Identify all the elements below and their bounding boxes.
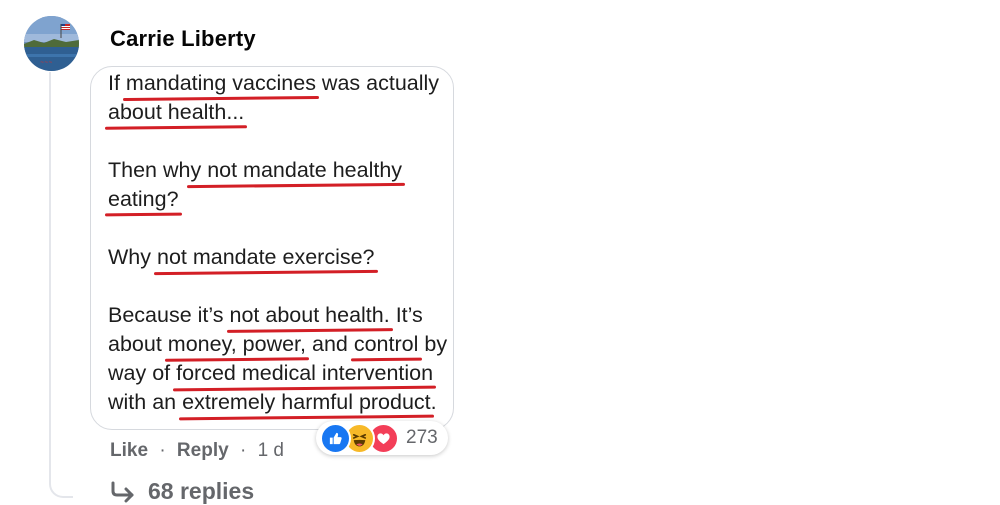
meme-line: Because it’s not about health. It’s: [108, 301, 453, 330]
meme-paragraph: Because it’s not about health. It’s about…: [108, 301, 453, 417]
meme-line: Then why not mandate healthy: [108, 156, 453, 185]
meme-underlined-text: not about health.: [229, 303, 390, 327]
comment-actions-bar: Like · Reply · 1 d: [110, 440, 284, 462]
meme-line: way of forced medical intervention: [108, 359, 453, 388]
meme-text: If mandating vaccines was actually about …: [108, 69, 453, 417]
comment-timestamp[interactable]: 1 d: [258, 440, 284, 461]
meme-paragraph: If mandating vaccines was actually about …: [108, 69, 453, 127]
like-button[interactable]: Like: [110, 440, 148, 461]
separator-dot: ·: [159, 440, 166, 461]
meme-text-segment: way of: [108, 361, 177, 385]
meme-line: eating?: [108, 185, 453, 214]
meme-text-segment: by: [418, 332, 448, 356]
avatar[interactable]: ~~~: [24, 16, 79, 71]
meme-text-segment: Because it’s: [108, 303, 230, 327]
separator-dot: ·: [239, 440, 247, 461]
meme-underlined-text: eating?: [108, 187, 179, 211]
meme-text-segment: .: [430, 390, 437, 414]
reply-thread-line: [49, 72, 73, 498]
meme-text-segment: was actually: [315, 71, 440, 95]
meme-paragraph: Why not mandate exercise?: [108, 243, 453, 272]
reply-arrow-icon: [111, 481, 134, 502]
meme-underlined-text: not mandate exercise?: [156, 245, 375, 269]
meme-underlined-text: mandating vaccines: [125, 71, 316, 95]
meme-line: Why not mandate exercise?: [108, 243, 453, 272]
meme-line: with an extremely harmful product.: [108, 388, 453, 417]
meme-underlined-text: y not mandate healthy: [190, 158, 403, 182]
meme-text-segment: about: [108, 332, 168, 356]
meme-underlined-text: about health...: [108, 100, 245, 124]
reaction-count: 273: [406, 427, 438, 448]
meme-line: about health...: [108, 98, 453, 127]
reply-button[interactable]: Reply: [177, 440, 229, 461]
comment-meme-image[interactable]: If mandating vaccines was actually about …: [90, 66, 454, 430]
avatar-image: ~~~: [24, 16, 79, 71]
meme-underlined-text: extremely harmful product: [182, 390, 431, 414]
meme-underlined-text: forced medical intervention: [176, 361, 434, 385]
meme-text-segment: Why: [108, 245, 157, 269]
meme-text-segment: and: [306, 332, 354, 356]
reactions-summary[interactable]: 273: [316, 421, 448, 455]
svg-text:~~~: ~~~: [40, 60, 53, 66]
meme-text-segment: If: [108, 71, 126, 95]
meme-text-segment: with an: [108, 390, 183, 414]
meme-paragraph: Then why not mandate healthy eating?: [108, 156, 453, 214]
comment-author-name[interactable]: Carrie Liberty: [110, 26, 256, 52]
meme-text-segment: Then wh: [108, 158, 191, 182]
meme-line: about money, power, and control by: [108, 330, 453, 359]
meme-text-segment: It’s: [389, 303, 423, 327]
meme-underlined-text: money, power,: [167, 332, 307, 356]
like-icon: [320, 422, 351, 454]
meme-underlined-text: control: [353, 332, 419, 356]
meme-line: If mandating vaccines was actually: [108, 69, 453, 98]
